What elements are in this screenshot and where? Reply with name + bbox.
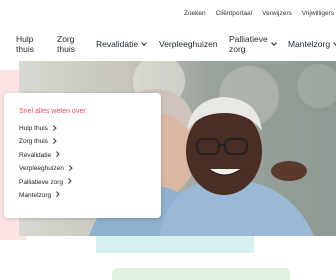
chevron-right-icon bbox=[54, 191, 60, 197]
nav-item-verpleeghuizen[interactable]: Verpleeghuizen bbox=[159, 39, 218, 50]
nav-item-palliatieve-zorg[interactable]: Palliatieve zorg bbox=[229, 34, 277, 54]
quick-link-label: Zorg thuis bbox=[19, 138, 48, 146]
main-nav: Hulp thuis Zorg thuis Revalidatie Verple… bbox=[0, 34, 336, 56]
quick-link-label: Hulp thuis bbox=[19, 125, 48, 132]
quick-link-zorg-thuis[interactable]: Zorg thuis bbox=[19, 138, 71, 151]
nav-label-mantelzorg: Mantelzorg bbox=[288, 39, 331, 49]
nav-label-zorg-2: zorg bbox=[229, 43, 246, 54]
utility-link-zoeken[interactable]: Zoeken bbox=[184, 10, 206, 17]
nav-item-revalidatie[interactable]: Revalidatie bbox=[96, 39, 147, 50]
chevron-right-icon bbox=[54, 151, 60, 157]
nav-label-verpleeghuizen: Verpleeghuizen bbox=[159, 39, 218, 49]
quick-link-mantelzorg[interactable]: Mantelzorg bbox=[19, 191, 71, 205]
card-title: Snel alles weten over: bbox=[19, 108, 88, 115]
quick-link-label: Verpleeghuizen bbox=[19, 165, 64, 173]
chevron-right-icon bbox=[51, 138, 57, 144]
nav-item-mantelzorg[interactable]: Mantelzorg bbox=[288, 39, 336, 50]
utility-nav: Zoeken Cliëntportaal Verwijzers Vrijwill… bbox=[184, 10, 334, 17]
quick-link-label: Revalidatie bbox=[19, 151, 52, 159]
nav-label-palliatieve: Palliatieve bbox=[229, 34, 268, 44]
chevron-right-icon bbox=[66, 178, 72, 184]
nav-label-zorg: Zorg bbox=[57, 34, 75, 44]
nav-item-zorg-thuis[interactable]: Zorg thuis bbox=[57, 34, 75, 54]
nav-label-revalidatie: Revalidatie bbox=[96, 39, 139, 49]
utility-link-clientportaal[interactable]: Cliëntportaal bbox=[216, 10, 253, 17]
utility-link-vrijwilligers[interactable]: Vrijwilligers bbox=[302, 10, 334, 17]
quick-links-list: Hulp thuis Zorg thuis Revalidatie Verple… bbox=[19, 124, 73, 205]
decorative-green-block bbox=[112, 268, 290, 280]
quick-info-card: Snel alles weten over: Hulp thuis Zorg t… bbox=[4, 93, 161, 218]
nav-label-thuis-2: thuis bbox=[57, 43, 75, 54]
quick-link-hulp-thuis[interactable]: Hulp thuis bbox=[19, 124, 71, 138]
chevron-right-icon bbox=[51, 124, 57, 130]
utility-link-verwijzers[interactable]: Verwijzers bbox=[262, 10, 292, 17]
quick-link-verpleeghuizen[interactable]: Verpleeghuizen bbox=[19, 164, 73, 178]
quick-link-label: Mantelzorg bbox=[19, 191, 52, 199]
nav-label-hulp: Hulp bbox=[16, 34, 34, 44]
nav-item-hulp-thuis[interactable]: Hulp thuis bbox=[16, 34, 34, 54]
quick-link-revalidatie[interactable]: Revalidatie bbox=[19, 151, 71, 165]
chevron-down-icon bbox=[141, 40, 147, 46]
chevron-right-icon bbox=[67, 164, 73, 170]
nav-label-thuis: thuis bbox=[16, 43, 34, 54]
chevron-down-icon bbox=[270, 39, 277, 46]
quick-link-label: Palliatieve zorg bbox=[19, 178, 64, 186]
quick-link-palliatieve-zorg[interactable]: Palliatieve zorg bbox=[19, 178, 72, 192]
